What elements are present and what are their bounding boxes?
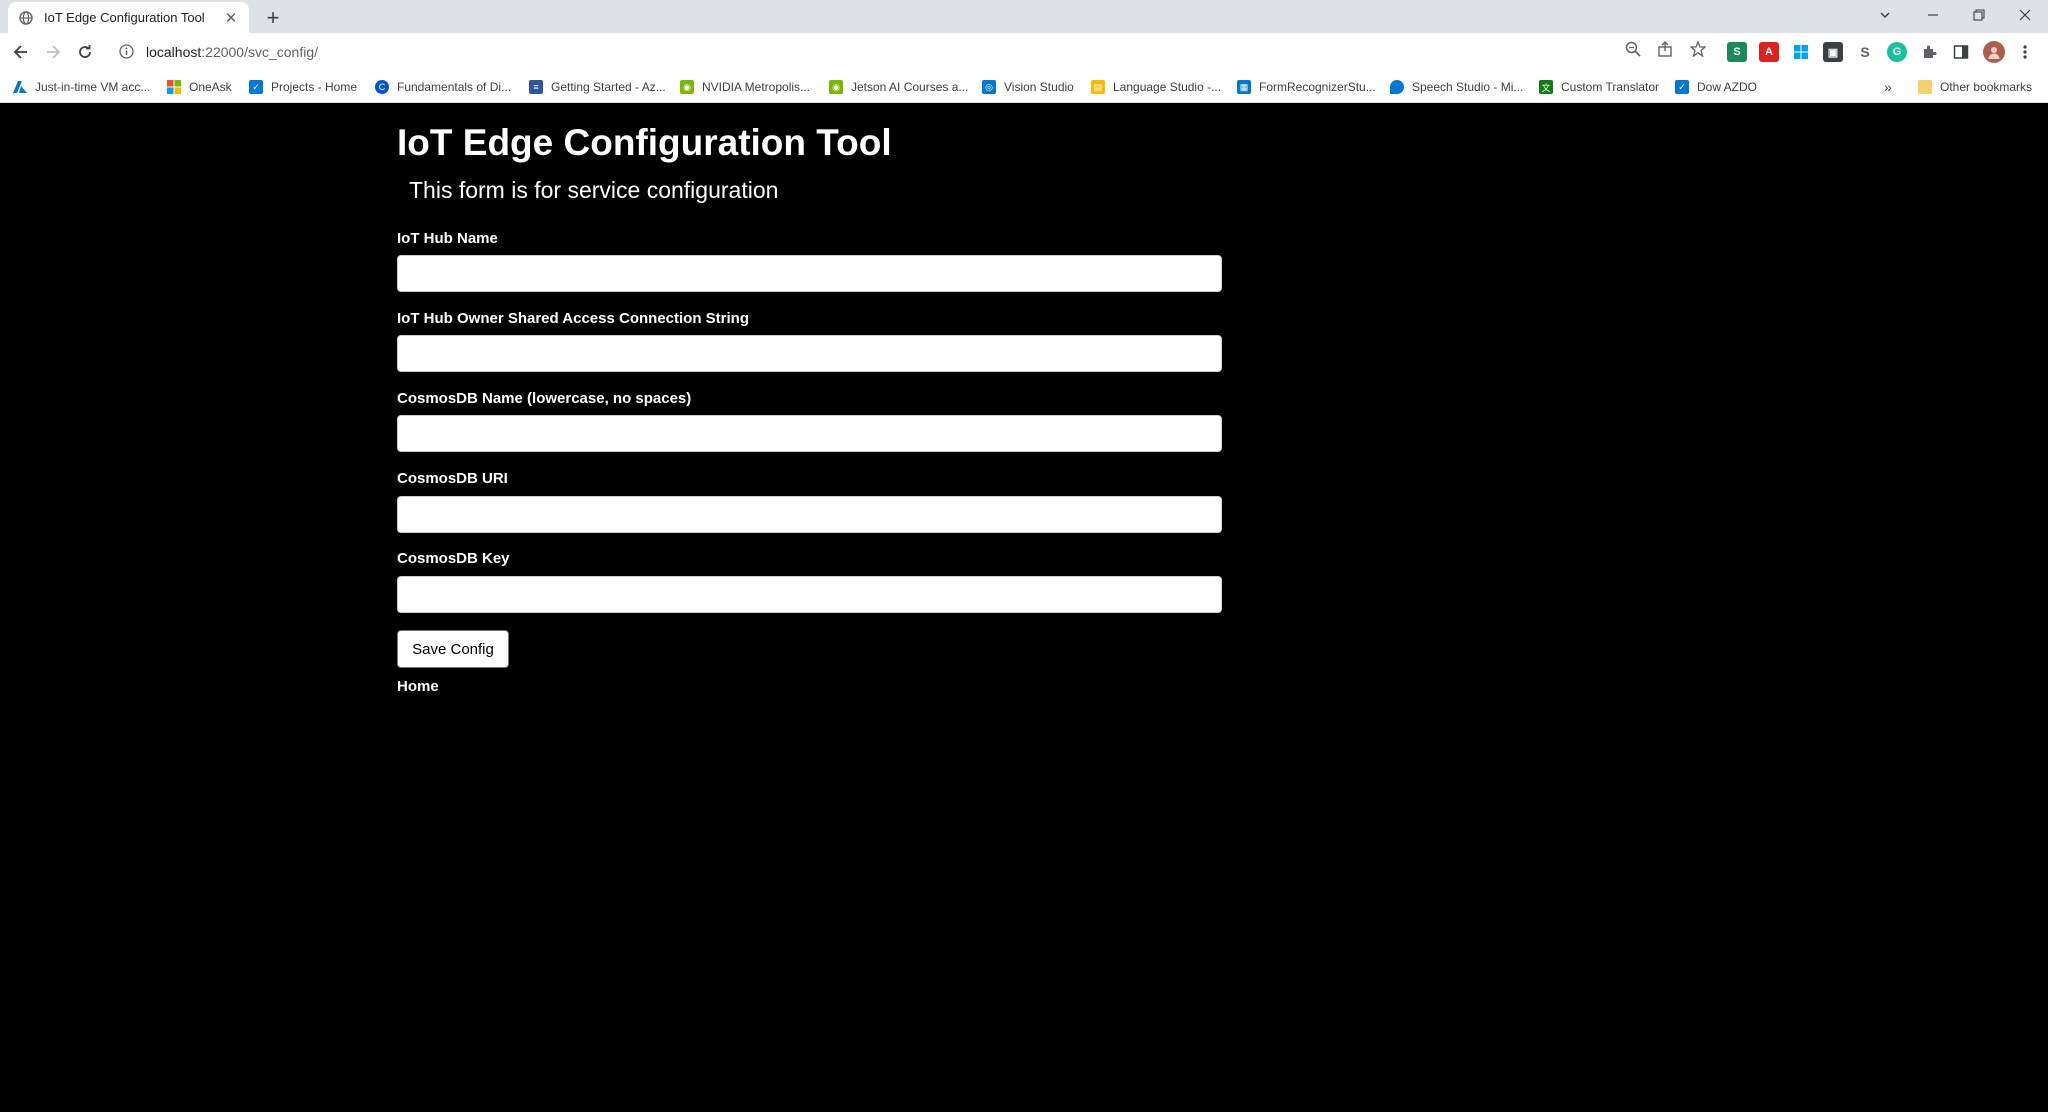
- bookmark-label: Speech Studio - Mi...: [1412, 80, 1524, 94]
- capture-extension-icon[interactable]: ▣: [1823, 42, 1843, 62]
- bookmark-label: Dow AZDO: [1697, 80, 1758, 94]
- bookmark-item[interactable]: C Fundamentals of Di...: [375, 77, 511, 97]
- url-host: localhost: [146, 43, 202, 60]
- bookmark-label: OneAsk: [189, 80, 232, 94]
- iot-hub-name-label: IoT Hub Name: [397, 230, 498, 247]
- extensions-puzzle-icon[interactable]: [1919, 42, 1939, 62]
- docs-icon: ≡: [529, 80, 543, 94]
- cosmosdb-name-label: CosmosDB Name (lowercase, no spaces): [397, 390, 692, 407]
- save-config-button[interactable]: Save Config: [397, 630, 509, 668]
- bookmark-item[interactable]: ≡ Getting Started - Az...: [529, 77, 666, 97]
- s-extension-icon[interactable]: S: [1855, 42, 1875, 62]
- bookmark-item[interactable]: Speech Studio - Mi...: [1390, 77, 1523, 97]
- bookmark-item[interactable]: Just-in-time VM acc...: [13, 77, 150, 97]
- tab-search-icon[interactable]: [1862, 0, 1908, 30]
- sheets-extension-icon[interactable]: S: [1727, 42, 1747, 62]
- cosmosdb-uri-label: CosmosDB URI: [397, 470, 508, 487]
- back-arrow-icon[interactable]: [8, 39, 34, 65]
- nvidia-icon: ◉: [829, 80, 843, 94]
- new-tab-button[interactable]: +: [261, 5, 285, 30]
- grammarly-extension-icon[interactable]: G: [1887, 42, 1907, 62]
- browser-tab[interactable]: IoT Edge Configuration Tool ✕: [8, 2, 249, 33]
- bookmark-label: Just-in-time VM acc...: [35, 80, 151, 94]
- bookmark-star-icon[interactable]: [1688, 39, 1708, 59]
- vision-studio-icon: ◎: [982, 80, 996, 94]
- bookmark-label: Jetson AI Courses a...: [851, 80, 969, 94]
- bookmark-item[interactable]: ◉ NVIDIA Metropolis...: [680, 77, 810, 97]
- cosmosdb-key-input[interactable]: [397, 576, 1222, 613]
- tab-title: IoT Edge Configuration Tool: [44, 10, 205, 25]
- bookmark-item[interactable]: ✓ Dow AZDO: [1675, 77, 1757, 97]
- bookmark-item[interactable]: 文 Custom Translator: [1539, 77, 1659, 97]
- bookmarks-overflow-button[interactable]: »: [1884, 77, 1892, 97]
- address-bar[interactable]: localhost:22000/svc_config/: [110, 36, 1684, 67]
- pdf-extension-icon[interactable]: A: [1759, 42, 1779, 62]
- bookmarks-bar: Just-in-time VM acc... OneAsk ✓ Projects …: [0, 70, 2048, 103]
- azure-devops-icon: ✓: [1675, 80, 1689, 94]
- page-title: IoT Edge Configuration Tool: [397, 122, 892, 163]
- bookmark-label: Language Studio -...: [1113, 80, 1222, 94]
- iot-hub-connection-string-input[interactable]: [397, 335, 1222, 372]
- azure-icon: [13, 80, 27, 94]
- info-icon[interactable]: [118, 44, 134, 60]
- bookmark-label: Fundamentals of Di...: [397, 80, 512, 94]
- reload-icon[interactable]: [72, 39, 98, 65]
- coursera-icon: C: [375, 80, 389, 94]
- speech-studio-icon: [1390, 80, 1404, 94]
- more-menu-icon[interactable]: [2015, 42, 2035, 62]
- close-window-button[interactable]: [2002, 0, 2048, 30]
- zoom-icon[interactable]: [1623, 39, 1643, 59]
- url-path: :22000/svc_config/: [201, 43, 319, 60]
- form-recognizer-icon: ▦: [1237, 80, 1251, 94]
- bookmark-label: Vision Studio: [1004, 80, 1074, 94]
- cosmosdb-key-label: CosmosDB Key: [397, 550, 510, 567]
- page-subtitle: This form is for service configuration: [409, 177, 779, 203]
- minimize-button[interactable]: [1910, 0, 1956, 30]
- bookmark-label: FormRecognizerStu...: [1259, 80, 1376, 94]
- forward-arrow-icon[interactable]: [40, 39, 66, 65]
- bookmark-label: Getting Started - Az...: [551, 80, 666, 94]
- bookmark-label: NVIDIA Metropolis...: [702, 80, 811, 94]
- folder-icon: [1918, 80, 1932, 94]
- share-icon[interactable]: [1655, 39, 1675, 59]
- bookmark-item[interactable]: ◎ Vision Studio: [982, 77, 1074, 97]
- bookmark-label: Projects - Home: [271, 80, 358, 94]
- language-studio-icon: ▤: [1091, 80, 1105, 94]
- profile-avatar[interactable]: [1983, 41, 2005, 63]
- bookmark-item[interactable]: ▦ FormRecognizerStu...: [1237, 77, 1376, 97]
- windows-extension-icon[interactable]: [1791, 42, 1811, 62]
- iot-hub-name-input[interactable]: [397, 255, 1222, 292]
- bookmark-item[interactable]: ▤ Language Studio -...: [1091, 77, 1221, 97]
- microsoft-icon: [167, 80, 181, 94]
- bookmark-item[interactable]: ◉ Jetson AI Courses a...: [829, 77, 968, 97]
- other-bookmarks-label: Other bookmarks: [1940, 80, 2033, 94]
- cosmosdb-uri-input[interactable]: [397, 496, 1222, 533]
- nvidia-icon: ◉: [680, 80, 694, 94]
- globe-icon: [18, 10, 34, 26]
- url-text: localhost:22000/svc_config/: [146, 44, 318, 60]
- tab-strip: IoT Edge Configuration Tool ✕ +: [0, 0, 2048, 33]
- azure-devops-icon: ✓: [249, 80, 263, 94]
- translator-icon: 文: [1539, 80, 1553, 94]
- close-tab-icon[interactable]: ✕: [223, 10, 239, 27]
- cosmosdb-name-input[interactable]: [397, 415, 1222, 452]
- home-link[interactable]: Home: [397, 678, 439, 695]
- browser-toolbar: localhost:22000/svc_config/ S A ▣ S G: [0, 33, 2048, 70]
- bookmark-item[interactable]: OneAsk: [167, 77, 232, 97]
- side-panel-icon[interactable]: [1951, 42, 1971, 62]
- other-bookmarks-folder[interactable]: Other bookmarks: [1918, 77, 2032, 97]
- bookmark-label: Custom Translator: [1561, 80, 1660, 94]
- bookmark-item[interactable]: ✓ Projects - Home: [249, 77, 357, 97]
- restore-button[interactable]: [1956, 0, 2002, 30]
- iot-hub-connection-string-label: IoT Hub Owner Shared Access Connection S…: [397, 310, 749, 327]
- page-content: IoT Edge Configuration Tool This form is…: [0, 104, 2048, 1112]
